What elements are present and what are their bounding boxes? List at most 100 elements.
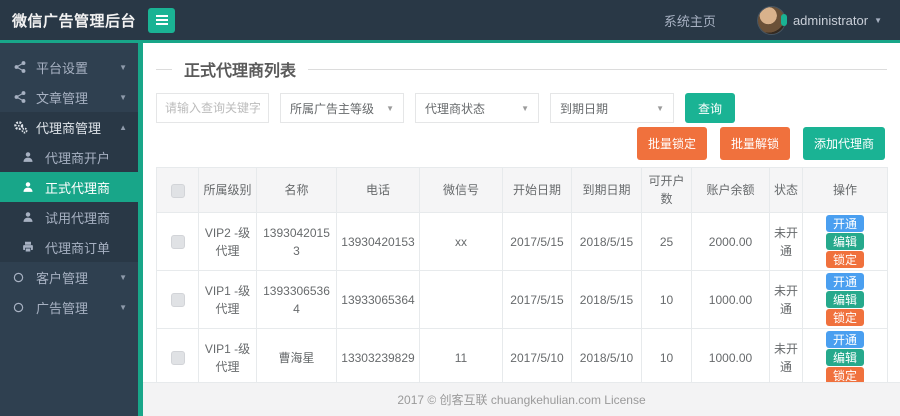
sidebar-item-trial-agents[interactable]: 试用代理商 [0,202,138,232]
footer-license-text: 2017 © 创客互联 chuangkehulian.com License [397,393,646,407]
select-all-checkbox[interactable] [170,183,185,198]
col-name: 名称 [256,167,337,213]
sidebar-item-formal-agents[interactable]: 正式代理商 [0,172,138,202]
printer-icon [22,241,39,253]
footer: 2017 © 创客互联 chuangkehulian.com License [143,382,900,416]
sidebar: 平台设置 ▼ 文章管理 ▼ 代理商管理 ▲ 代理商开户 正式代理商 试用代理商 代理商订单 客户管理… [0,43,143,416]
cell-end-date: 2018/5/15 [571,270,642,329]
row-checkbox[interactable] [170,293,185,308]
cell-wechat: xx [419,212,503,271]
avatar[interactable] [757,6,787,34]
chevron-down-icon: ▼ [386,103,394,113]
page-title: 正式代理商列表 [184,63,297,80]
activate-button[interactable]: 开通 [826,331,864,348]
row-checkbox[interactable] [170,235,185,250]
col-balance: 账户余额 [691,167,770,213]
cell-operation: 开通 编辑 锁定 [802,212,888,271]
cell-balance: 1000.00 [691,328,770,382]
agent-status-select[interactable]: 代理商状态 ▼ [415,93,539,123]
cell-end-date: 2018/5/10 [571,328,642,382]
sidebar-toggle-button[interactable] [148,7,175,33]
cell-accounts: 10 [641,328,692,382]
filter-row: 所属广告主等级 ▼ 代理商状态 ▼ 到期日期 ▼ 查询 [156,93,887,123]
chevron-down-icon[interactable]: ▼ [874,16,882,25]
cell-balance: 2000.00 [691,212,770,271]
activate-button[interactable]: 开通 [826,273,864,290]
expiry-date-select[interactable]: 到期日期 ▼ [550,93,674,123]
cell-operation: 开通 编辑 锁定 [802,328,888,382]
sidebar-item-label: 试用代理商 [45,210,111,226]
cell-phone: 13303239829 [336,328,420,382]
share-icon [13,90,30,104]
sidebar-item-label: 客户管理 [36,270,89,286]
sidebar-item-label: 正式代理商 [45,180,111,196]
batch-lock-button[interactable]: 批量锁定 [636,127,707,160]
cell-wechat: 11 [419,328,503,382]
table-row: VIP2 -级代理 13930420153 13930420153 xx 201… [156,212,888,271]
app-title: 微信广告管理后台 [12,12,137,30]
main-panel: 正式代理商列表 所属广告主等级 ▼ 代理商状态 ▼ 到期日期 ▼ 查询 [143,43,900,382]
divider [308,68,887,70]
query-button[interactable]: 查询 [685,93,735,123]
sidebar-item-customer-management[interactable]: 客户管理 ▼ [0,262,138,292]
cell-end-date: 2018/5/15 [571,212,642,271]
username[interactable]: administrator [793,13,868,28]
keyword-search-input[interactable] [156,93,269,123]
edit-button[interactable]: 编辑 [826,233,864,250]
system-home-link[interactable]: 系统主页 [664,11,716,30]
col-start-date: 开始日期 [502,167,572,213]
col-phone: 电话 [336,167,420,213]
top-bar: 微信广告管理后台 系统主页 administrator ▼ [0,0,900,43]
sidebar-item-label: 代理商开户 [45,150,111,166]
user-icon [22,181,39,193]
lock-button[interactable]: 锁定 [826,251,864,268]
sidebar-item-agent-management[interactable]: 代理商管理 ▲ [0,112,138,142]
sidebar-item-agent-orders[interactable]: 代理商订单 [0,232,138,262]
sidebar-item-label: 代理商订单 [45,240,111,256]
submenu: 代理商开户正式代理商试用代理商代理商订单 [0,142,138,262]
col-end-date: 到期日期 [571,167,642,213]
circle-icon [13,272,30,283]
select-all-cell [156,167,199,213]
table-row: VIP1 -级代理 曹海星 13303239829 11 2017/5/10 2… [156,328,888,382]
cell-phone: 13933065364 [336,270,420,329]
cell-balance: 1000.00 [691,270,770,329]
row-checkbox[interactable] [170,351,185,366]
lock-button[interactable]: 锁定 [826,309,864,326]
cell-operation: 开通 编辑 锁定 [802,270,888,329]
chevron-up-icon: ▲ [119,122,127,132]
table-header-row: 所属级别 名称 电话 微信号 开始日期 到期日期 可开户数 账户余额 状态 操作 [156,167,888,213]
batch-unlock-button[interactable]: 批量解锁 [719,127,790,160]
chevron-down-icon: ▼ [119,302,127,312]
cell-phone: 13930420153 [336,212,420,271]
chevron-down-icon: ▼ [521,103,529,113]
sidebar-item-label: 文章管理 [36,90,89,106]
cell-name: 13933065364 [256,270,337,329]
chevron-down-icon: ▼ [656,103,664,113]
agents-table: 所属级别 名称 电话 微信号 开始日期 到期日期 可开户数 账户余额 状态 操作… [156,167,888,382]
cell-level: VIP2 -级代理 [198,212,257,271]
cell-name: 曹海星 [256,328,337,382]
sidebar-item-article-management[interactable]: 文章管理 ▼ [0,82,138,112]
sidebar-item-agent-account-opening[interactable]: 代理商开户 [0,142,138,172]
cell-accounts: 10 [641,270,692,329]
hamburger-icon [155,15,168,17]
batch-actions-row: 批量锁定 批量解锁 添加代理商 [156,127,885,160]
edit-button[interactable]: 编辑 [826,291,864,308]
activate-button[interactable]: 开通 [826,215,864,232]
sidebar-item-ad-management[interactable]: 广告管理 ▼ [0,292,138,322]
sidebar-item-label: 平台设置 [36,60,89,76]
lock-button[interactable]: 锁定 [826,367,864,382]
cell-status: 未开通 [769,328,803,382]
page-title-row: 正式代理商列表 [156,57,887,81]
sidebar-item-platform-settings[interactable]: 平台设置 ▼ [0,52,138,82]
col-wechat: 微信号 [419,167,503,213]
advertiser-level-select[interactable]: 所属广告主等级 ▼ [280,93,404,123]
chevron-down-icon: ▼ [119,62,127,72]
cell-start-date: 2017/5/15 [502,270,572,329]
add-agent-button[interactable]: 添加代理商 [802,127,885,160]
circle-icon [13,302,30,313]
col-operation: 操作 [802,167,888,213]
cell-wechat [419,270,503,329]
edit-button[interactable]: 编辑 [826,349,864,366]
